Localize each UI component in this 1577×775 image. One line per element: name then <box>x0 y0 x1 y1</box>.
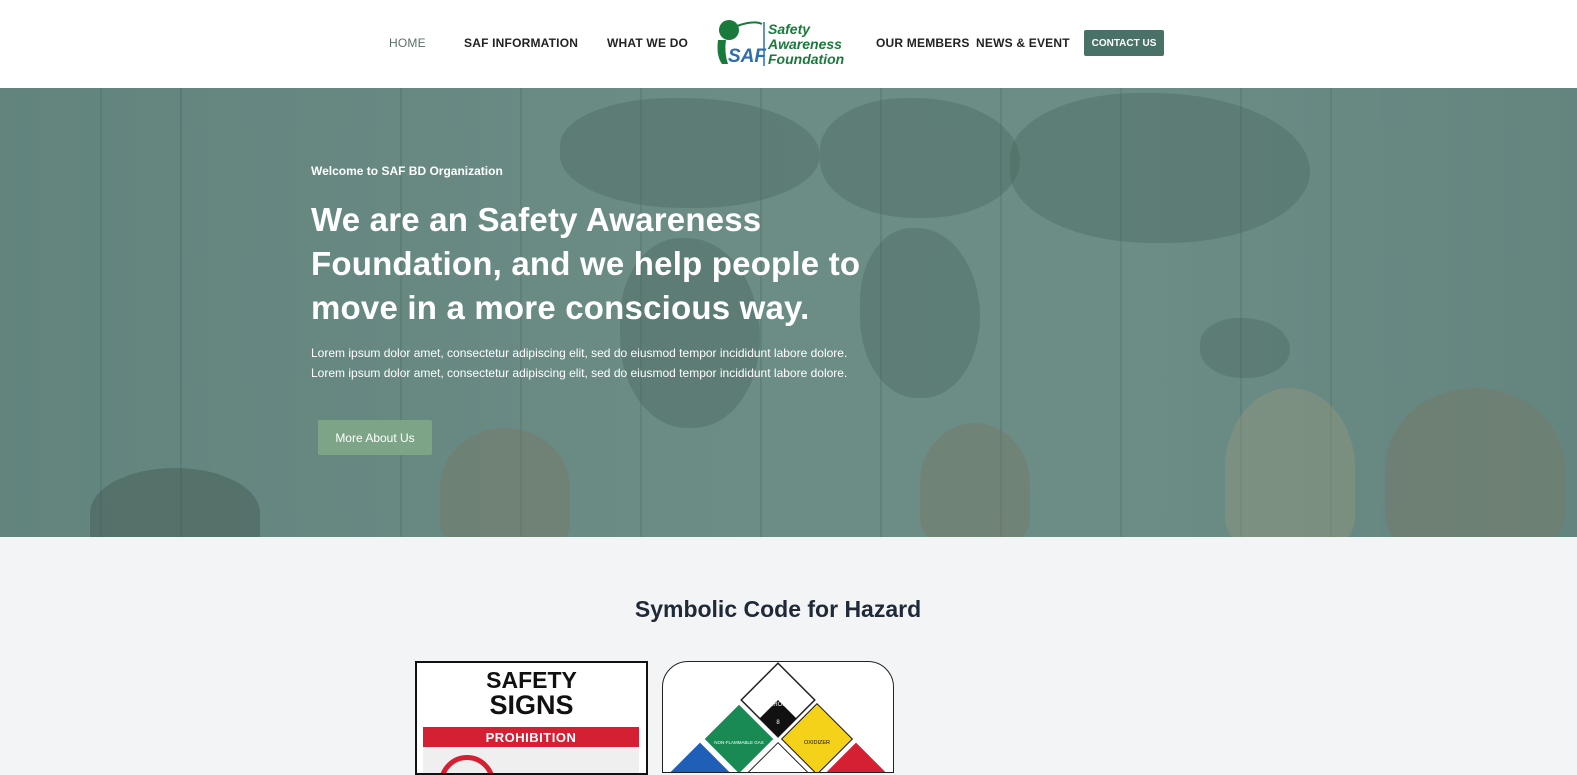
nav-what-we-do[interactable]: WHAT WE DO <box>607 36 688 50</box>
corrosive-label: CORROSIVE <box>760 702 796 708</box>
non-flammable-gas-label: NON-FLAMMABLE GAS <box>714 740 764 745</box>
section-title: Symbolic Code for Hazard <box>634 596 922 622</box>
safety-signs-card[interactable]: SAFETY SIGNS PROHIBITION <box>415 661 648 775</box>
saf-logo[interactable]: SAF Safety Awareness Foundation <box>714 18 856 68</box>
nav-our-members[interactable]: OUR MEMBERS <box>876 36 970 50</box>
prohibition-banner: PROHIBITION <box>423 727 639 747</box>
logo-line-3: Foundation <box>768 51 844 67</box>
hero-title: We are an Safety Awareness Foundation, a… <box>311 201 861 326</box>
hero-kicker: Welcome to SAF BD Organization <box>311 164 503 178</box>
hazard-diamonds-graphic: CORROSIVE 8 NON-FLAMMABLE GAS OXIDIZER <box>664 662 892 772</box>
hero-description-line-1: Lorem ipsum dolor amet, consectetur adip… <box>311 346 848 360</box>
logo-line-1: Safety <box>768 21 811 37</box>
contact-us-button[interactable]: CONTACT US <box>1084 30 1164 56</box>
saf-logo-graphic: SAF Safety Awareness Foundation <box>717 20 844 67</box>
hazard-symbols-card[interactable]: CORROSIVE 8 NON-FLAMMABLE GAS OXIDIZER <box>662 661 894 773</box>
logo-mark: SAF <box>728 46 767 67</box>
logo-line-2: Awareness <box>767 36 842 52</box>
more-about-us-button[interactable]: More About Us <box>318 420 432 455</box>
safety-signs-word-2: SIGNS <box>489 690 574 720</box>
oxidizer-label: OXIDIZER <box>804 740 830 746</box>
hero-description-line-2: Lorem ipsum dolor amet, consectetur adip… <box>311 366 848 380</box>
hero-description: Lorem ipsum dolor amet, consectetur adip… <box>311 343 871 383</box>
site-header: HOME SAF INFORMATION WHAT WE DO SAF Safe… <box>0 0 1577 88</box>
nav-news-event[interactable]: NEWS & EVENT <box>976 36 1070 50</box>
nav-saf-information[interactable]: SAF INFORMATION <box>464 36 578 50</box>
nav-home[interactable]: HOME <box>389 36 426 50</box>
